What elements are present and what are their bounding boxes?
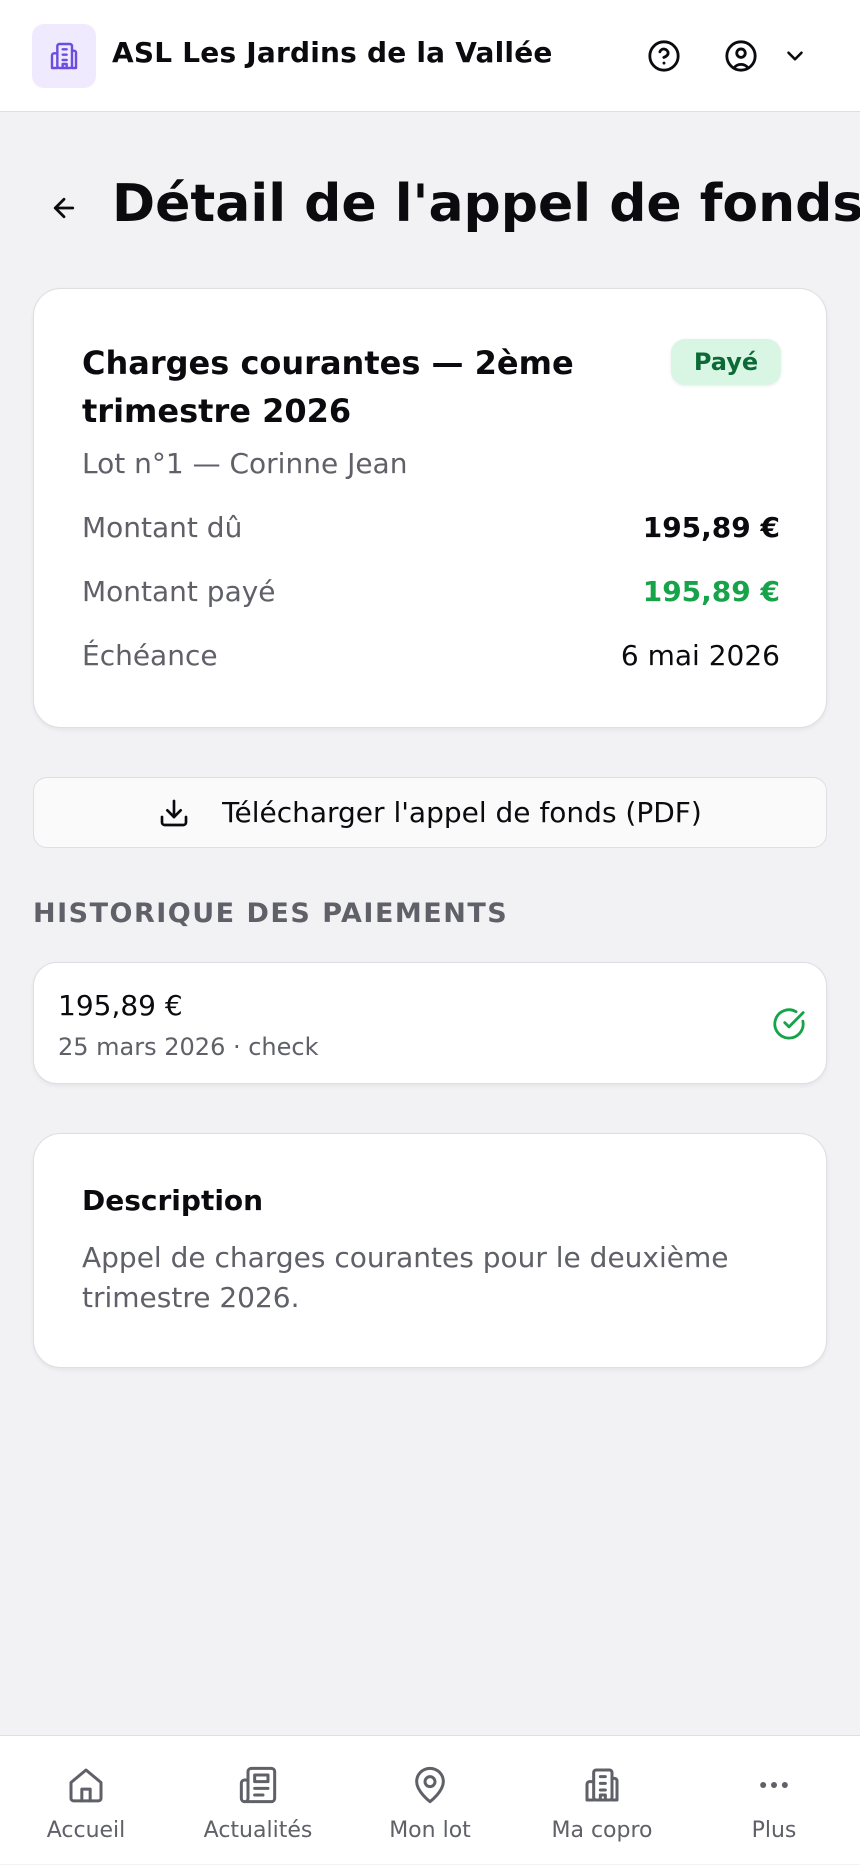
help-circle-icon <box>648 40 680 72</box>
download-icon <box>158 797 190 829</box>
more-horizontal-icon <box>753 1764 795 1806</box>
top-bar: ASL Les Jardins de la Vallée <box>0 0 860 112</box>
arrow-left-icon <box>53 197 75 219</box>
download-pdf-button[interactable]: Télécharger l'appel de fonds (PDF) <box>33 777 827 848</box>
building-icon <box>581 1764 623 1806</box>
nav-label: Ma copro <box>551 1818 653 1843</box>
status-badge: Payé <box>671 339 781 385</box>
payment-history-heading: HISTORIQUE DES PAIEMENTS <box>33 898 509 929</box>
description-card: Description Appel de charges courantes p… <box>33 1133 827 1368</box>
payment-date-method: 25 mars 2026 · check <box>58 1033 319 1061</box>
nav-label: Mon lot <box>389 1818 471 1843</box>
payment-list-item[interactable]: 195,89 € 25 mars 2026 · check <box>33 962 827 1084</box>
nav-item-plus[interactable]: Plus <box>688 1736 860 1865</box>
nav-label: Accueil <box>46 1818 126 1843</box>
amount-paid-value: 195,89 € <box>642 575 780 608</box>
amount-paid-row: Montant payé 195,89 € <box>82 575 780 608</box>
amount-paid-label: Montant payé <box>82 575 276 608</box>
nav-label: Actualités <box>203 1818 313 1843</box>
nav-label: Plus <box>751 1818 797 1843</box>
home-icon <box>65 1764 107 1806</box>
download-pdf-label: Télécharger l'appel de fonds (PDF) <box>222 796 702 829</box>
amount-due-value: 195,89 € <box>642 511 780 544</box>
back-button[interactable] <box>44 188 84 228</box>
due-date-label: Échéance <box>82 639 218 672</box>
newspaper-icon <box>237 1764 279 1806</box>
app-title: ASL Les Jardins de la Vallée <box>112 36 553 69</box>
user-circle-icon <box>725 40 757 72</box>
fund-call-title: Charges courantes — 2ème trimestre 2026 <box>82 344 574 430</box>
chevron-down-icon <box>787 51 803 61</box>
check-circle-icon <box>773 1008 805 1040</box>
amount-due-row: Montant dû 195,89 € <box>82 511 780 544</box>
fund-call-summary-card: Charges courantes — 2ème trimestre 2026 … <box>33 288 827 728</box>
due-date-row: Échéance 6 mai 2026 <box>82 639 780 672</box>
nav-item-ma-copro[interactable]: Ma copro <box>516 1736 688 1865</box>
user-menu-button[interactable] <box>724 34 808 78</box>
description-text: Appel de charges courantes pour le deuxi… <box>82 1241 729 1314</box>
description-title: Description <box>82 1184 264 1217</box>
nav-item-actualites[interactable]: Actualités <box>172 1736 344 1865</box>
nav-item-accueil[interactable]: Accueil <box>0 1736 172 1865</box>
amount-due-label: Montant dû <box>82 511 243 544</box>
help-button[interactable] <box>644 36 684 76</box>
lot-owner-line: Lot n°1 — Corinne Jean <box>82 447 408 480</box>
building-icon <box>50 42 78 70</box>
due-date-value: 6 mai 2026 <box>620 639 780 672</box>
nav-item-mon-lot[interactable]: Mon lot <box>344 1736 516 1865</box>
bottom-navigation: Accueil Actualités Mon lot Ma copro Plus <box>0 1735 860 1864</box>
logo-tile[interactable] <box>32 24 96 88</box>
map-pin-icon <box>409 1764 451 1806</box>
payment-amount: 195,89 € <box>58 989 183 1022</box>
page-title: Détail de l'appel de fonds <box>112 174 860 234</box>
